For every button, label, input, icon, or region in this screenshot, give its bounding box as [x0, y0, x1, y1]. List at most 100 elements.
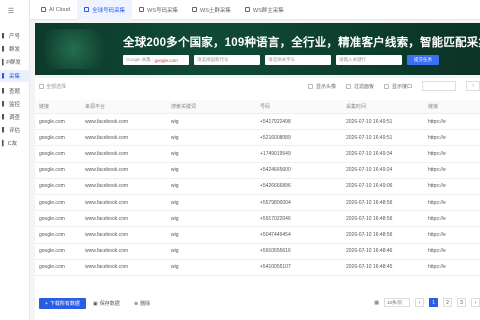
grid-icon[interactable]: ▦ [374, 300, 379, 306]
page-button-1[interactable]: 1 [429, 298, 438, 307]
column-header[interactable]: 来源平台 [85, 103, 171, 110]
table-row[interactable]: google.com www.facebook.com wig +5579800004… [35, 195, 480, 212]
column-header[interactable]: 搜索关键词 [171, 103, 260, 110]
next-page-button[interactable]: › [471, 298, 480, 307]
sidebar-item[interactable]: ▍ 监控 [0, 98, 30, 110]
column-header[interactable]: 号码 [260, 103, 346, 110]
table-cell[interactable]: https://e [428, 183, 480, 189]
tab-ws-number[interactable]: WS号码采集 [132, 0, 185, 20]
results-toolbar: 全部选择 显示头像 过滤面板 显示接口 ↑ [35, 78, 480, 96]
cloud-icon [41, 7, 46, 12]
table-cell: www.facebook.com [85, 183, 129, 190]
trash-icon: ⊗ [134, 300, 139, 307]
table-cell: +5424665600 [260, 167, 291, 174]
table-cell: google.com [39, 150, 65, 157]
table-cell: 2026-07-10 16:49:34 [346, 150, 393, 157]
table-cell: wig [171, 118, 179, 125]
checkbox-icon [307, 83, 313, 89]
table-cell[interactable]: https://e [428, 151, 480, 157]
menu-icon[interactable]: ☰ [0, 4, 22, 18]
tab-global-number[interactable]: 全球号码采集 [77, 0, 133, 20]
table-cell: +5917022046 [260, 215, 291, 222]
table-cell[interactable]: https://e [428, 167, 480, 173]
submit-task-button[interactable]: 提交任务 [407, 55, 439, 65]
page-button-3[interactable]: 3 [457, 298, 466, 307]
table-cell: google.com [39, 231, 65, 238]
results-table: 链接 来源平台 搜索关键词 号码 采集时间 链接 google.com www.f… [35, 100, 480, 276]
globe-icon [84, 7, 90, 12]
user-icon [244, 7, 250, 12]
table-cell[interactable]: https://e [428, 119, 480, 125]
prefix-field[interactable]: 请选择关字头 [265, 55, 331, 65]
prev-page-button[interactable]: ‹ [415, 298, 424, 307]
table-row[interactable]: google.com www.facebook.com wig +5047449454… [35, 227, 480, 244]
table-cell: 2026-07-10 16:48:46 [346, 248, 393, 255]
table-cell: wig [171, 167, 179, 174]
table-cell[interactable]: https://e [428, 200, 480, 206]
table-cell: www.facebook.com [85, 150, 129, 157]
country-field[interactable]: 请选择国家代号 [194, 55, 260, 65]
option-show-api[interactable]: 显示接口 [383, 83, 412, 90]
table-cell: google.com [39, 215, 65, 222]
tab-ai-cloud[interactable]: AI Cloud [34, 0, 77, 20]
table-row[interactable]: google.com www.facebook.com wig +5424665600… [35, 163, 480, 179]
table-cell[interactable]: https://e [428, 264, 480, 270]
table-row[interactable]: google.com www.facebook.com wig +5417922498… [35, 114, 480, 131]
sidebar-item[interactable]: ▍ 评估 [0, 124, 30, 136]
table-cell: 2026-07-10 16:48:56 [346, 215, 393, 222]
sidebar-item[interactable]: ▍P群发 [0, 56, 30, 68]
table-cell: 2026-07-10 16:49:51 [346, 118, 393, 125]
group-icon [192, 7, 197, 12]
column-header[interactable]: 链接 [35, 103, 85, 110]
table-cell: www.facebook.com [85, 248, 129, 255]
table-cell: google.com [39, 118, 65, 125]
checkbox-icon[interactable] [39, 84, 44, 89]
sidebar-item[interactable]: ▍ 产号 [0, 30, 30, 42]
table-row[interactable]: google.com www.facebook.com wig +5410055107… [35, 260, 480, 276]
table-cell: 2026-07-10 16:48:45 [346, 264, 393, 271]
page-button-2[interactable]: 2 [443, 298, 452, 307]
table-body: google.com www.facebook.com wig +5417922498… [35, 114, 480, 276]
sidebar-item[interactable]: ▍ 群发 [0, 43, 30, 55]
delete-button[interactable]: ⊗ 删除 [128, 298, 156, 309]
table-cell: google.com [39, 248, 65, 255]
option-show-avatar[interactable]: 显示头像 [307, 83, 336, 90]
option-filter-panel[interactable]: 过滤面板 [345, 83, 374, 90]
search-row: Google 采集 : google.com 请选择国家代号 请选择关字头 请输… [123, 55, 439, 65]
select-all[interactable]: 全部选择 [39, 83, 66, 90]
search-engine-field[interactable]: Google 采集 : google.com [123, 55, 189, 65]
table-cell: wig [171, 248, 179, 255]
pagination: ▦ 10条/页 ‹ 1 2 3 › [374, 298, 480, 307]
sidebar-item[interactable]: ▍ 调查 [0, 111, 30, 123]
table-cell: google.com [39, 264, 65, 271]
sidebar-item[interactable]: ▍ 查题 [0, 85, 30, 97]
checkbox-icon [345, 83, 351, 89]
save-data-button[interactable]: ▣ 保存数据 [87, 298, 126, 309]
table-row[interactable]: google.com www.facebook.com wig +5426666896… [35, 179, 480, 195]
table-row[interactable]: google.com www.facebook.com wig +5216008089… [35, 130, 480, 147]
table-row[interactable]: google.com www.facebook.com wig +1749019549… [35, 146, 480, 163]
table-cell[interactable]: https://e [428, 248, 480, 254]
filter-select[interactable] [422, 81, 456, 91]
table-row[interactable]: google.com www.facebook.com wig +5910655616… [35, 244, 480, 260]
export-all-button[interactable]: + 下载所有数据 [39, 298, 86, 309]
tab-ws-group[interactable]: WS土群采集 [185, 0, 238, 20]
table-cell: google.com [39, 134, 65, 141]
column-header[interactable]: 链接 [428, 103, 480, 110]
table-cell: wig [171, 199, 179, 206]
table-cell[interactable]: https://e [428, 232, 480, 238]
sidebar-item[interactable]: ▍ C友 [0, 137, 30, 149]
keyword-field[interactable]: 请输入关键行 [336, 55, 402, 65]
table-cell[interactable]: https://e [428, 135, 480, 141]
table-cell: 2026-07-10 16:49:51 [346, 134, 393, 141]
tab-ws-owner[interactable]: WS群主采集 [238, 0, 291, 20]
page-size-select[interactable]: 10条/页 [384, 298, 410, 307]
table-cell: +5410055107 [260, 264, 291, 271]
table-row[interactable]: google.com www.facebook.com wig +5917022046… [35, 211, 480, 228]
sidebar-item-active[interactable]: ▍ 采集 [0, 70, 30, 82]
table-cell: google.com [39, 183, 65, 190]
sort-button[interactable]: ↑ [466, 81, 480, 91]
column-header[interactable]: 采集时间 [346, 103, 428, 110]
table-cell: www.facebook.com [85, 264, 129, 271]
table-cell[interactable]: https://e [428, 216, 480, 222]
